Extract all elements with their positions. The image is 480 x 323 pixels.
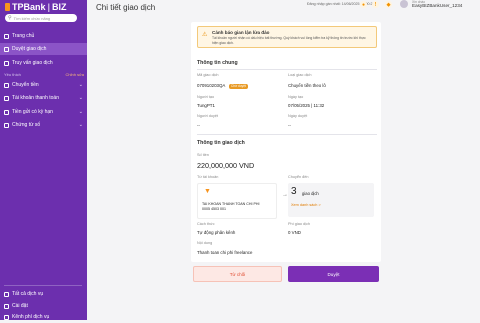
from-account-info: TAI KHOAN THANH TOAN CHI PHI 0005 4503 00…	[202, 202, 276, 211]
favorites-edit-link[interactable]: Chỉnh sửa	[66, 72, 84, 77]
sidebar-item-term-deposit[interactable]: Tiền gửi có kỳ hạn ⌄	[0, 106, 87, 118]
divider	[197, 134, 377, 135]
brand-biz: BIZ	[52, 2, 67, 12]
approved-date-label: Ngày duyệt	[288, 114, 308, 118]
from-account-name: TAI KHOAN THANH TOAN CHI PHI	[202, 202, 260, 206]
fraud-alert: ⚠ Cảnh báo gian lận lừa đảo Tài khoản ng…	[197, 26, 377, 48]
sidebar-item-label: Tất cả dịch vụ	[12, 291, 44, 297]
sidebar-item-label: Truy vấn giao dịch	[12, 60, 53, 66]
tpbank-logo-icon	[5, 3, 10, 11]
txn-code: 070910203QA	[197, 83, 226, 88]
approve-button[interactable]: Duyệt	[288, 266, 379, 282]
created-date-label: Ngày tạo	[288, 95, 304, 99]
divider	[197, 69, 377, 70]
grid-icon	[4, 291, 9, 297]
warning-icon: ⚠	[202, 32, 208, 38]
amount-label: Số tiền	[197, 153, 209, 157]
sidebar-item-label: Kênh phí dịch vụ	[12, 314, 50, 320]
sidebar-search[interactable]: ⚲ Tìm kiếm chức năng	[5, 14, 77, 22]
approver-label: Người duyệt	[197, 114, 219, 118]
gift-icon[interactable]: ◆	[385, 1, 392, 8]
from-account-label: Từ tài khoản	[197, 175, 219, 179]
sidebar-item-label: Tiền gửi có kỳ hạn	[12, 109, 53, 115]
sidebar-item-label: Cài đặt	[12, 303, 28, 309]
recipient-count: 3	[291, 186, 297, 197]
brand-logo[interactable]: TPBank | BIZ	[5, 2, 67, 12]
from-account-number: 0005 4503 001	[202, 206, 226, 211]
transfer-icon	[4, 82, 9, 88]
fee: 0 VND	[288, 230, 301, 235]
sidebar-item-label: Trang chủ	[12, 33, 35, 39]
fee-icon	[4, 314, 9, 320]
avatar[interactable]	[400, 0, 408, 8]
bell-icon[interactable]: ●	[360, 1, 367, 8]
reject-button[interactable]: Từ chối	[193, 266, 282, 282]
to-label: Chuyển đến	[288, 175, 309, 179]
sidebar-item-transfer[interactable]: Chuyển tiền ⌄	[0, 79, 87, 91]
tpbank-logo-icon: ▼	[204, 188, 211, 195]
approve-icon	[4, 46, 9, 52]
sidebar-item-fees[interactable]: Kênh phí dịch vụ	[0, 311, 87, 323]
favorites-header: Yêu thích Chỉnh sửa	[4, 72, 84, 77]
see-list-link[interactable]: Xem danh sách >	[291, 203, 321, 207]
approver: --	[197, 123, 200, 128]
sidebar-item-label: Tài khoản thanh toán	[12, 95, 59, 101]
page-title: Chi tiết giao dịch	[96, 3, 156, 12]
sidebar-item-label: Chuyển tiền	[12, 82, 39, 88]
chevron-down-icon: ⌄	[78, 82, 83, 88]
method: Tự động phân kênh	[197, 230, 236, 235]
creator-label: Người tạo	[197, 95, 215, 99]
sidebar: TPBank | BIZ ⚲ Tìm kiếm chức năng Trang …	[0, 0, 87, 320]
to-box: 3 giao dịch Xem danh sách >	[288, 183, 374, 217]
method-label: Cách thức	[197, 222, 215, 226]
chevron-down-icon: ⌄	[78, 95, 83, 101]
document-icon	[4, 122, 9, 128]
home-icon	[4, 33, 9, 39]
amount: 220,000,000 VND	[197, 161, 255, 170]
creator: TungPT1	[197, 103, 215, 108]
sidebar-item-digital-docs[interactable]: Chứng từ số ⌄	[0, 119, 87, 131]
notification-icon[interactable]: !	[372, 1, 379, 8]
chevron-down-icon: ⌄	[78, 109, 83, 115]
fee-label: Phí giao dịch	[288, 222, 310, 226]
alert-title: Cảnh báo gian lận lừa đảo	[212, 30, 270, 35]
account-icon	[4, 95, 9, 101]
sidebar-item-home[interactable]: Trang chủ	[0, 30, 87, 42]
content-label: Nội dung	[197, 241, 213, 245]
gear-icon	[4, 303, 9, 309]
chevron-down-icon: ⌄	[78, 122, 83, 128]
txn-code-label: Mã giao dịch	[197, 73, 219, 77]
sidebar-item-payment-account[interactable]: Tài khoản thanh toán ⌄	[0, 92, 87, 104]
deposit-icon	[4, 109, 9, 115]
transaction-section-title: Thông tin giao dịch	[197, 140, 245, 146]
search-icon: ⚲	[8, 15, 12, 21]
sidebar-divider	[4, 285, 82, 286]
content: Thanh toan chi phi freelance	[197, 250, 253, 255]
sidebar-item-label: Chứng từ số	[12, 122, 41, 128]
sidebar-item-query[interactable]: Truy vấn giao dịch	[0, 57, 87, 69]
sidebar-item-all-services[interactable]: Tất cả dịch vụ	[0, 288, 87, 300]
alert-body: Tài khoản người nhận có dấu hiệu bất thư…	[212, 36, 366, 45]
from-account-box: ▼ TAI KHOAN THANH TOAN CHI PHI 0005 4503 …	[197, 183, 277, 219]
sidebar-item-label: Duyệt giao dịch	[12, 46, 47, 52]
txn-type: Chuyển tiền theo lô	[288, 83, 326, 88]
query-icon	[4, 60, 9, 66]
search-placeholder: Tìm kiếm chức năng	[13, 15, 51, 21]
sidebar-item-approve[interactable]: Duyệt giao dịch	[0, 43, 87, 55]
status-badge: Chờ duyệt	[229, 84, 248, 89]
recipient-count-label: giao dịch	[302, 191, 319, 196]
user-name[interactable]: EasyBIZBankUser_1234	[412, 3, 462, 8]
created-date: 07/05/2025 | 11:32	[288, 103, 325, 108]
brand-tp: TPBank	[12, 2, 46, 12]
general-section-title: Thông tin chung	[197, 60, 238, 66]
txn-type-label: Loại giao dịch	[288, 73, 312, 77]
favorites-label: Yêu thích	[4, 72, 21, 77]
approved-date: --	[288, 123, 291, 128]
